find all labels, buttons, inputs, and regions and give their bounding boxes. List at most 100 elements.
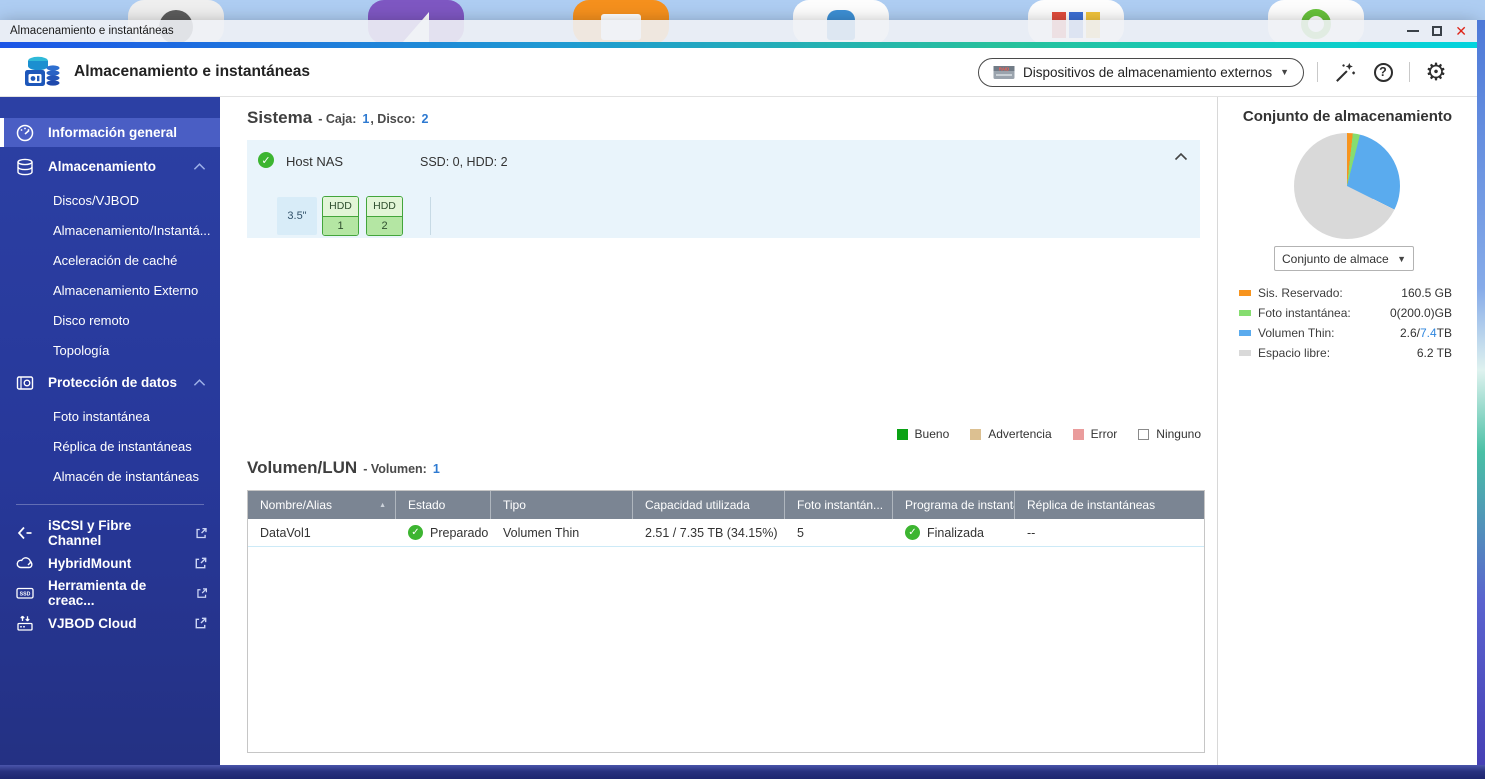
vjbod-cloud-icon xyxy=(15,613,35,633)
sidebar-divider xyxy=(16,504,204,505)
sidebar-item-label: iSCSI y Fibre Channel xyxy=(48,518,181,548)
legend-row-foto-instantanea: Foto instantánea: 0(200.0)GB xyxy=(1239,303,1452,323)
enclosure-count: 1 xyxy=(362,112,369,126)
column-header-programa[interactable]: Programa de instantáneas xyxy=(893,491,1015,519)
chevron-up-icon[interactable] xyxy=(193,162,206,171)
storage-pool-title: Conjunto de almacenamiento xyxy=(1218,108,1477,125)
column-label: Réplica de instantáneas xyxy=(1027,498,1155,512)
sidebar-subitem-label: Discos/VJBOD xyxy=(53,193,139,208)
legend-swatch-error xyxy=(1073,429,1084,440)
sidebar-item-proteccion-datos[interactable]: Protección de datos xyxy=(0,368,220,397)
column-label: Tipo xyxy=(503,498,526,512)
pool-legend: Sis. Reservado: 160.5 GB Foto instantáne… xyxy=(1239,283,1452,363)
close-button[interactable]: ✕ xyxy=(1455,26,1467,36)
external-link-icon xyxy=(195,586,208,601)
legend-value: 160.5 GB xyxy=(1401,286,1452,300)
ssd-icon: SSD xyxy=(15,583,35,603)
sidebar-subitem-label: Almacenamiento/Instantá... xyxy=(53,223,211,238)
column-header-replica[interactable]: Réplica de instantáneas xyxy=(1015,491,1204,519)
column-label: Foto instantán... xyxy=(797,498,883,512)
sidebar-item-almacen-instantaneas[interactable]: Almacén de instantáneas xyxy=(0,461,220,491)
legend-label: Sis. Reservado: xyxy=(1258,286,1343,300)
gauge-icon xyxy=(15,123,35,143)
storage-snapshots-app-icon xyxy=(24,55,62,89)
window-titlebar: Almacenamiento e instantáneas ✕ xyxy=(0,20,1477,42)
sidebar-item-hybridmount[interactable]: HybridMount xyxy=(0,548,220,578)
table-row-datavol1[interactable]: DataVol1 ✓ Preparado Volumen Thin 2.51 /… xyxy=(248,519,1204,547)
volume-count-label: - Volumen: xyxy=(363,462,427,476)
status-ok-icon: ✓ xyxy=(408,525,423,540)
form-factor-label: 3.5" xyxy=(277,197,317,235)
volume-table: Nombre/Alias ▲ Estado Tipo Capacidad uti… xyxy=(247,490,1205,753)
external-link-icon xyxy=(193,616,208,631)
disk-type-label: HDD xyxy=(323,197,358,217)
column-label: Programa de instantáneas xyxy=(905,498,1015,512)
sidebar-item-foto-instantanea[interactable]: Foto instantánea xyxy=(0,401,220,431)
cell-name: DataVol1 xyxy=(248,519,396,546)
header-divider xyxy=(1409,62,1410,82)
disk-count: 2 xyxy=(422,112,429,126)
legend-label: Foto instantánea: xyxy=(1258,306,1351,320)
sidebar-item-almacenamiento[interactable]: Almacenamiento xyxy=(0,152,220,181)
sidebar-item-topologia[interactable]: Topología xyxy=(0,335,220,365)
legend-label: Error xyxy=(1091,427,1118,441)
column-header-nombre-alias[interactable]: Nombre/Alias ▲ xyxy=(248,491,396,519)
column-header-foto-instantanea[interactable]: Foto instantán... xyxy=(785,491,893,519)
sidebar-item-almacenamiento-instantaneas[interactable]: Almacenamiento/Instantá... xyxy=(0,215,220,245)
sidebar-subitem-label: Almacén de instantáneas xyxy=(53,469,199,484)
disk-status-legend: Bueno Advertencia Error Ninguno xyxy=(897,427,1201,441)
sidebar-item-label: Almacenamiento xyxy=(48,159,156,174)
volume-title: Volumen/LUN xyxy=(247,458,357,478)
chevron-up-icon[interactable] xyxy=(193,378,206,387)
chevron-down-icon: ▼ xyxy=(1397,254,1406,264)
external-devices-button[interactable]: RAID Dispositivos de almacenamiento exte… xyxy=(978,58,1304,87)
settings-gear-icon[interactable]: ⚙ xyxy=(1423,59,1449,85)
sidebar-item-iscsi-fibre-channel[interactable]: iSCSI y Fibre Channel xyxy=(0,518,220,548)
collapse-chevron-icon[interactable] xyxy=(1174,152,1188,161)
sidebar-item-label: Herramienta de creac... xyxy=(48,578,182,608)
disk-slot-hdd1[interactable]: HDD 1 xyxy=(322,196,359,236)
legend-swatch xyxy=(1239,350,1251,356)
sidebar-item-aceleracion-cache[interactable]: Aceleración de caché xyxy=(0,245,220,275)
column-header-estado[interactable]: Estado xyxy=(396,491,491,519)
cell-status: ✓ Preparado xyxy=(396,519,491,546)
sidebar-subitem-label: Aceleración de caché xyxy=(53,253,177,268)
legend-label: Volumen Thin: xyxy=(1258,326,1335,340)
legend-item-advertencia: Advertencia xyxy=(970,427,1051,441)
chevron-down-icon: ▼ xyxy=(1280,67,1289,77)
minimize-button[interactable] xyxy=(1407,30,1419,33)
cell-snapshots: 5 xyxy=(785,519,893,546)
legend-row-volumen-thin: Volumen Thin: 2.6/7.4TB xyxy=(1239,323,1452,343)
disk-number-label: 1 xyxy=(323,217,358,236)
sidebar-subitem-label: Réplica de instantáneas xyxy=(53,439,192,454)
disk-label: , Disco: xyxy=(370,112,415,126)
sidebar-item-label: Protección de datos xyxy=(48,375,177,390)
column-label: Nombre/Alias xyxy=(260,498,332,512)
system-title: Sistema xyxy=(247,108,312,128)
maximize-button[interactable] xyxy=(1432,26,1442,36)
app-title: Almacenamiento e instantáneas xyxy=(74,63,310,81)
storage-pool-selector[interactable]: Conjunto de almace ▼ xyxy=(1274,246,1414,271)
sidebar-item-disco-remoto[interactable]: Disco remoto xyxy=(0,305,220,335)
sidebar-item-replica-instantaneas[interactable]: Réplica de instantáneas xyxy=(0,431,220,461)
main-content: Sistema - Caja: 1 , Disco: 2 ✓ Host NAS … xyxy=(220,97,1218,765)
column-header-capacidad[interactable]: Capacidad utilizada xyxy=(633,491,785,519)
snapshot-camera-icon xyxy=(15,373,35,393)
status-ok-icon: ✓ xyxy=(905,525,920,540)
legend-label: Advertencia xyxy=(988,427,1051,441)
disk-slot-hdd2[interactable]: HDD 2 xyxy=(366,196,403,236)
legend-swatch-none xyxy=(1138,429,1149,440)
sidebar-item-vjbod-cloud[interactable]: VJBOD Cloud xyxy=(0,608,220,638)
sidebar-item-label: Información general xyxy=(48,125,177,140)
storage-pool-panel: Conjunto de almacenamiento Conjunto de a… xyxy=(1218,97,1477,765)
sidebar-subitem-label: Foto instantánea xyxy=(53,409,150,424)
help-icon[interactable]: ? xyxy=(1370,59,1396,85)
sidebar-item-discos-vjbod[interactable]: Discos/VJBOD xyxy=(0,185,220,215)
host-nas-panel: ✓ Host NAS SSD: 0, HDD: 2 3.5" HDD 1 HDD… xyxy=(247,140,1200,238)
sidebar-item-almacenamiento-externo[interactable]: Almacenamiento Externo xyxy=(0,275,220,305)
sidebar-item-informacion-general[interactable]: Información general xyxy=(0,118,220,147)
smart-assistant-wand-icon[interactable] xyxy=(1331,59,1357,85)
legend-swatch xyxy=(1239,310,1251,316)
sidebar-item-herramienta-creacion[interactable]: SSD Herramienta de creac... xyxy=(0,578,220,608)
column-header-tipo[interactable]: Tipo xyxy=(491,491,633,519)
